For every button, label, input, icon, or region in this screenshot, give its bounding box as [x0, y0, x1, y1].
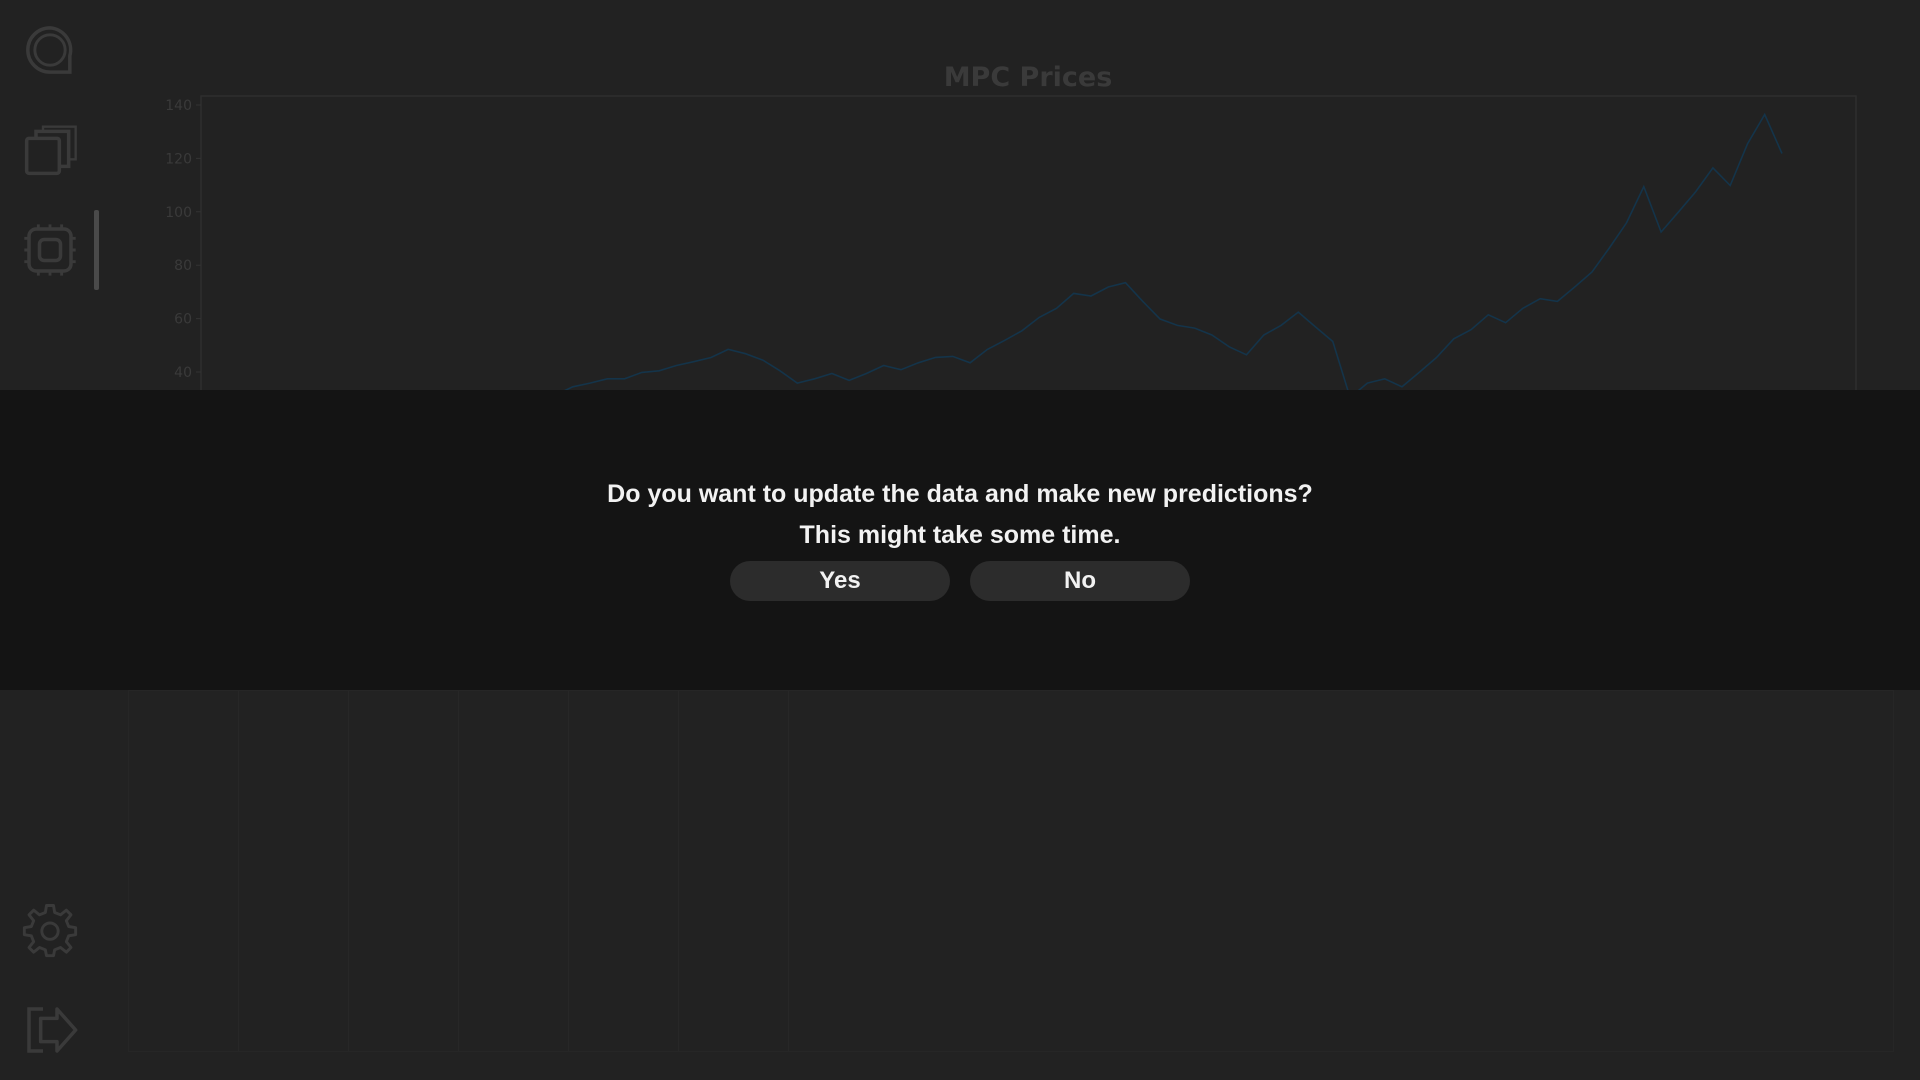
yes-button[interactable]: Yes	[730, 561, 950, 601]
series-line	[399, 112, 1783, 417]
y-tick-label: 80	[174, 258, 192, 274]
y-tick-label: 60	[174, 312, 192, 328]
dialog-question: Do you want to update the data and make …	[607, 480, 1313, 508]
y-tick-label: 140	[165, 98, 192, 114]
data-table	[128, 690, 1894, 1052]
price-chart-svg: MPC Prices 140 120 100 80 60 40	[165, 62, 1857, 417]
sidebar-item-models[interactable]	[20, 220, 80, 280]
logout-icon	[27, 1007, 78, 1053]
no-button[interactable]: No	[970, 561, 1190, 601]
active-indicator	[94, 210, 99, 290]
table-column	[129, 691, 239, 1051]
y-axis: 140 120 100 80 60 40	[165, 98, 201, 381]
table-column	[239, 691, 349, 1051]
sidebar-item-chat[interactable]	[20, 20, 80, 80]
table-column	[349, 691, 459, 1051]
price-chart: MPC Prices 140 120 100 80 60 40	[100, 0, 1920, 417]
table-column	[569, 691, 679, 1051]
dialog-note: This might take some time.	[799, 521, 1121, 549]
sidebar-item-logout[interactable]	[20, 1000, 80, 1060]
chart-title: MPC Prices	[944, 62, 1113, 93]
plot-frame	[200, 95, 1857, 417]
y-tick-label: 100	[165, 205, 192, 221]
chip-icon	[24, 224, 76, 276]
stacked-pages-icon	[24, 125, 77, 176]
chat-bubble-icon	[26, 26, 73, 74]
update-confirm-dialog: Do you want to update the data and make …	[0, 390, 1920, 690]
table-column	[679, 691, 789, 1051]
gear-icon	[22, 904, 78, 958]
table-column	[459, 691, 569, 1051]
sidebar-item-settings[interactable]	[20, 900, 80, 960]
y-tick-label: 40	[174, 365, 192, 381]
sidebar-item-pages[interactable]	[20, 120, 80, 180]
y-tick-label: 120	[165, 151, 192, 167]
table-column	[789, 691, 1893, 1051]
